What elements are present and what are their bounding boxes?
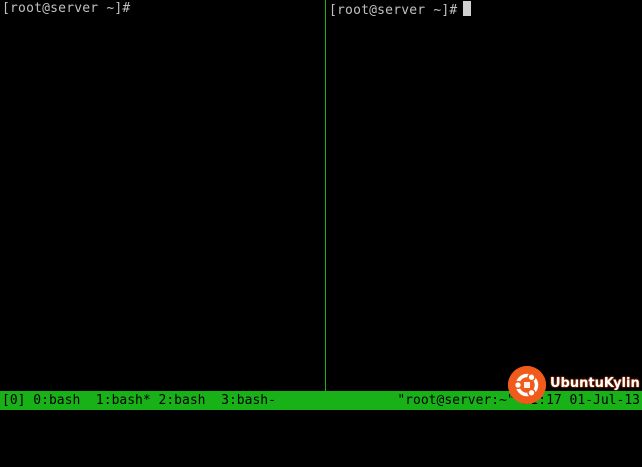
text-cursor xyxy=(463,1,472,16)
shell-prompt-left: [root@server ~]# xyxy=(2,1,130,17)
ubuntu-kylin-logo-icon xyxy=(508,366,546,404)
watermark-text: UbuntuKylin xyxy=(550,376,640,391)
tmux-pane-left[interactable]: [root@server ~]# xyxy=(0,0,325,391)
terminal-window[interactable]: [root@server ~]# [root@server ~]# [0] 0:… xyxy=(0,0,642,410)
pane-divider[interactable] xyxy=(325,0,326,391)
tmux-pane-right[interactable]: [root@server ~]# xyxy=(327,0,642,391)
watermark: UbuntuKylin xyxy=(506,366,642,406)
prompt-text-right: [root@server ~]# xyxy=(329,3,458,18)
shell-prompt-right: [root@server ~]# xyxy=(329,1,472,19)
prompt-text-left: [root@server ~]# xyxy=(2,1,131,16)
window-list[interactable]: [0] 0:bash 1:bash* 2:bash 3:bash- xyxy=(2,391,276,410)
